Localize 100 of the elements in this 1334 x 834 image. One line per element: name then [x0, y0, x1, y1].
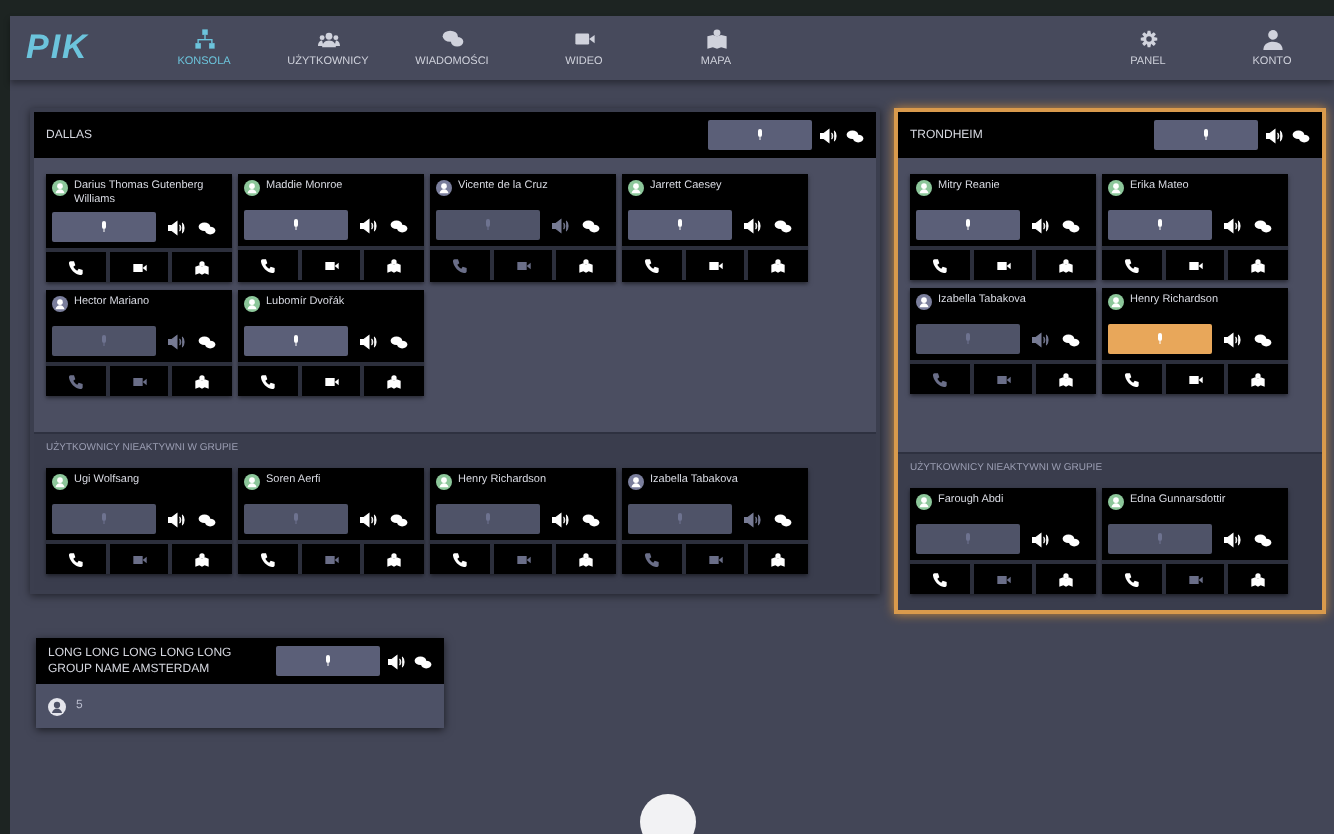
video-camera-icon: [707, 257, 723, 273]
phone-icon: [451, 257, 468, 273]
microphone-icon: [292, 334, 300, 348]
map-icon: [705, 28, 727, 50]
chat-icon[interactable]: [198, 333, 216, 349]
microphone-icon: [100, 334, 108, 348]
video-call-button[interactable]: [685, 250, 745, 280]
map-button[interactable]: [1228, 250, 1289, 280]
chat-icon: [441, 28, 463, 50]
chat-icon[interactable]: [1254, 217, 1272, 233]
video-camera-icon: [1187, 257, 1203, 273]
map-icon: [578, 551, 595, 567]
map-button[interactable]: [1036, 564, 1097, 594]
logo: PIK: [26, 28, 91, 68]
video-camera-icon: [323, 551, 339, 567]
video-camera-icon: [1187, 371, 1203, 387]
call-button[interactable]: [1102, 564, 1162, 594]
circle-handle[interactable]: [640, 794, 696, 834]
phone-icon: [259, 373, 276, 389]
map-icon: [1250, 571, 1267, 587]
chat-icon[interactable]: [1062, 331, 1080, 347]
phone-icon: [1123, 371, 1140, 387]
map-button[interactable]: [748, 544, 809, 574]
map-button[interactable]: [1036, 364, 1097, 394]
map-button[interactable]: [748, 250, 809, 280]
map-button[interactable]: [1228, 364, 1289, 394]
map-button[interactable]: [1036, 250, 1097, 280]
microphone-icon: [964, 532, 972, 546]
map-icon: [1058, 371, 1075, 387]
map-button[interactable]: [556, 250, 617, 280]
video-camera-icon: [515, 257, 531, 273]
map-icon: [386, 257, 403, 273]
video-call-button[interactable]: [1165, 250, 1225, 280]
map-button[interactable]: [172, 252, 233, 282]
phone-icon: [67, 259, 84, 275]
phone-icon: [1123, 571, 1140, 587]
chat-icon[interactable]: [846, 127, 864, 143]
map-button[interactable]: [1228, 564, 1289, 594]
video-camera-icon: [995, 257, 1011, 273]
video-call-button[interactable]: [973, 250, 1033, 280]
video-icon: [573, 28, 595, 50]
settings-icon: [1137, 28, 1159, 50]
microphone-icon: [1156, 332, 1164, 346]
video-camera-icon: [995, 571, 1011, 587]
phone-icon: [931, 257, 948, 273]
video-call-button[interactable]: [109, 252, 169, 282]
call-button[interactable]: [1102, 364, 1162, 394]
chat-icon[interactable]: [582, 217, 600, 233]
map-icon: [1058, 257, 1075, 273]
chat-icon[interactable]: [1292, 127, 1310, 143]
video-camera-icon: [515, 551, 531, 567]
chat-icon[interactable]: [198, 219, 216, 235]
video-camera-icon: [707, 551, 723, 567]
chat-icon[interactable]: [1062, 217, 1080, 233]
map-icon: [386, 551, 403, 567]
chat-icon[interactable]: [774, 217, 792, 233]
microphone-icon: [484, 218, 492, 232]
map-icon: [194, 551, 211, 567]
map-icon: [770, 257, 787, 273]
call-button[interactable]: [910, 250, 970, 280]
phone-icon: [931, 571, 948, 587]
video-call-button[interactable]: [301, 250, 361, 280]
call-button[interactable]: [238, 366, 298, 396]
call-button[interactable]: [238, 544, 298, 574]
call-button[interactable]: [430, 544, 490, 574]
map-button[interactable]: [364, 544, 425, 574]
video-camera-icon: [1187, 571, 1203, 587]
person-icon: [1261, 28, 1283, 50]
call-button[interactable]: [46, 252, 106, 282]
video-call-button[interactable]: [1165, 364, 1225, 394]
map-button[interactable]: [556, 544, 617, 574]
map-icon: [770, 551, 787, 567]
microphone-icon: [756, 128, 764, 142]
video-call-button[interactable]: [301, 366, 361, 396]
map-button[interactable]: [172, 366, 233, 396]
chat-icon[interactable]: [390, 333, 408, 349]
phone-icon: [451, 551, 468, 567]
map-button[interactable]: [364, 366, 425, 396]
microphone-icon: [292, 512, 300, 526]
chat-icon[interactable]: [1254, 331, 1272, 347]
map-icon: [1058, 571, 1075, 587]
call-button[interactable]: [46, 544, 106, 574]
chat-icon[interactable]: [414, 653, 432, 669]
map-button[interactable]: [364, 250, 425, 280]
phone-icon: [931, 371, 948, 387]
map-button[interactable]: [172, 544, 233, 574]
microphone-icon: [1156, 532, 1164, 546]
call-button[interactable]: [238, 250, 298, 280]
microphone-icon: [964, 332, 972, 346]
microphone-icon: [1156, 218, 1164, 232]
call-button[interactable]: [1102, 250, 1162, 280]
call-button[interactable]: [910, 564, 970, 594]
chat-icon[interactable]: [390, 217, 408, 233]
microphone-icon: [484, 512, 492, 526]
call-button[interactable]: [622, 250, 682, 280]
user-count-icon: [48, 697, 66, 715]
video-camera-icon: [323, 373, 339, 389]
microphone-icon: [676, 512, 684, 526]
map-icon: [1250, 371, 1267, 387]
map-icon: [578, 257, 595, 273]
